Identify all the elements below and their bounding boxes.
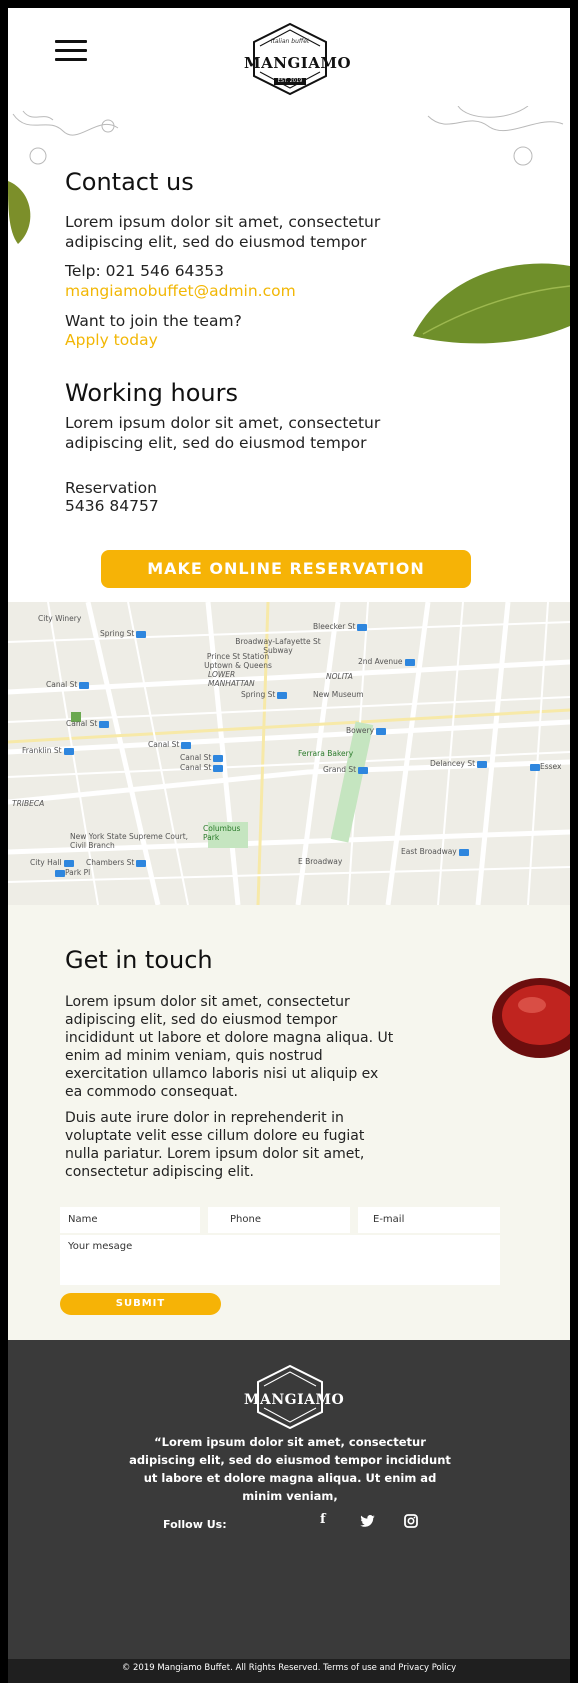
follow-us-label: Follow Us: bbox=[163, 1518, 227, 1531]
map-label-city-winery: City Winery bbox=[38, 614, 82, 623]
map-label-spring-st-2: Spring St bbox=[241, 690, 288, 699]
footer-quote: “Lorem ipsum dolor sit amet, consectetur… bbox=[108, 1433, 472, 1505]
touch-para1-line4: enim ad minim veniam, quis nostrud bbox=[65, 1048, 323, 1064]
logo-est: EST. 2019 bbox=[277, 78, 303, 84]
touch-para1-line3: incididunt ut labore et dolore magna ali… bbox=[65, 1030, 394, 1046]
touch-para2-line1: Duis aute irure dolor in reprehenderit i… bbox=[65, 1110, 344, 1126]
reservation-number: 5436 84757 bbox=[65, 497, 159, 515]
submit-button[interactable]: SUBMIT bbox=[60, 1293, 221, 1315]
footer-quote-line1: “Lorem ipsum dolor sit amet, consectetur bbox=[154, 1435, 426, 1449]
map-label-ny-court: New York State Supreme Court, Civil Bran… bbox=[70, 832, 189, 850]
hamburger-menu-icon[interactable] bbox=[55, 40, 87, 62]
working-hours-title: Working hours bbox=[65, 379, 238, 407]
sauce-bowl-decoration-icon bbox=[492, 978, 570, 1058]
touch-para1-line1: Lorem ipsum dolor sit amet, consectetur bbox=[65, 994, 350, 1010]
map-label-essex: Essex bbox=[528, 762, 561, 771]
map-label-grand-st: Grand St bbox=[323, 765, 369, 774]
map-label-canal-st-4: Canal St bbox=[180, 753, 224, 762]
top-header: MANGIAMO EST. 2019 Italian buffet bbox=[8, 8, 570, 107]
footer-quote-line2: adipiscing elit, sed do eiusmod tempor i… bbox=[129, 1453, 451, 1467]
map-label-new-museum: New Museum bbox=[313, 690, 364, 699]
contact-phone: Telp: 021 546 64353 bbox=[65, 262, 224, 280]
contact-title: Contact us bbox=[65, 168, 194, 196]
footer-logo[interactable]: MANGIAMO bbox=[244, 1362, 345, 1432]
map-label-park-pl: Park Pl bbox=[53, 868, 90, 877]
footer: MANGIAMO “Lorem ipsum dolor sit amet, co… bbox=[8, 1340, 570, 1660]
get-in-touch-title: Get in touch bbox=[65, 946, 213, 974]
map-label-ferrara: Ferrara Bakery bbox=[298, 749, 354, 758]
map-label-canal-st-1: Canal St bbox=[46, 680, 90, 689]
instagram-icon[interactable] bbox=[404, 1514, 418, 1528]
email-input[interactable]: E-mail bbox=[358, 1207, 500, 1233]
map-label-tribeca: TRIBECA bbox=[12, 799, 45, 808]
map-label-spring-st: Spring St bbox=[100, 629, 147, 638]
copyright-bar: © 2019 Mangiamo Buffet. All Rights Reser… bbox=[8, 1659, 570, 1683]
map-label-city-hall: City Hall bbox=[30, 858, 74, 867]
map-label-e-broadway: E Broadway bbox=[298, 857, 343, 866]
footer-quote-line3: ut labore et dolore magna aliqua. Ut eni… bbox=[143, 1471, 437, 1485]
map-label-columbus-park: Columbus Park bbox=[203, 824, 241, 842]
leaf-decoration-icon-2 bbox=[413, 263, 570, 344]
page-frame: MANGIAMO EST. 2019 Italian buffet Contac… bbox=[0, 0, 578, 1683]
touch-para1-line6: ea commodo consequat. bbox=[65, 1084, 238, 1100]
map-label-nolita: NOLITA bbox=[326, 672, 353, 681]
phone-input[interactable]: Phone bbox=[208, 1207, 350, 1233]
touch-para1-line5: exercitation ullamco laboris nisi ut ali… bbox=[65, 1066, 379, 1082]
footer-logo-text: MANGIAMO bbox=[244, 1392, 345, 1408]
apply-today-link[interactable]: Apply today bbox=[65, 330, 158, 350]
map-label-canal-st-3: Canal St bbox=[148, 740, 192, 749]
working-hours-line2: adipiscing elit, sed do eiusmod tempor bbox=[65, 434, 367, 452]
map-label-chambers: Chambers St bbox=[86, 858, 147, 867]
touch-para1-line2: adipiscing elit, sed do eiusmod tempor bbox=[65, 1012, 338, 1028]
map-label-east-broadway: East Broadway bbox=[401, 847, 469, 856]
touch-para2-line2: voluptate velit esse cillum dolore eu fu… bbox=[65, 1128, 365, 1144]
leaf-decoration-icon bbox=[8, 181, 31, 244]
facebook-icon[interactable]: f bbox=[320, 1512, 326, 1527]
get-in-touch-section: Get in touch Lorem ipsum dolor sit amet,… bbox=[8, 905, 570, 1340]
map-label-canal-st-5: Canal St bbox=[180, 763, 224, 772]
make-online-reservation-button[interactable]: MAKE ONLINE RESERVATION bbox=[101, 550, 471, 588]
map-label-bowery: Bowery bbox=[346, 726, 387, 735]
map-label-delancey: Delancey St bbox=[430, 759, 488, 768]
message-textarea[interactable]: Your mesage bbox=[60, 1235, 500, 1285]
map-label-canal-st-2: Canal St bbox=[66, 719, 110, 728]
floral-sketch-decoration-icon bbox=[12, 106, 564, 166]
touch-para2-line4: consectetur adipiscing elit. bbox=[65, 1164, 254, 1180]
map-label-lower-manhattan: LOWER MANHATTAN bbox=[208, 670, 255, 688]
reservation-label: Reservation bbox=[65, 479, 157, 497]
map-label-bleecker: Bleecker St bbox=[313, 622, 368, 631]
logo-text: MANGIAMO bbox=[244, 54, 352, 72]
contact-email-link[interactable]: mangiamobuffet@admin.com bbox=[65, 281, 296, 301]
contact-intro-line2: adipiscing elit, sed do eiusmod tempor bbox=[65, 233, 367, 251]
contact-intro-line1: Lorem ipsum dolor sit amet, consectetur bbox=[65, 213, 381, 231]
location-map[interactable]: City Winery Spring St Bleecker St Broadw… bbox=[8, 602, 570, 905]
logo-subtext: Italian buffet bbox=[270, 38, 310, 45]
map-label-prince-st: Prince St Station Uptown & Queens bbox=[204, 652, 272, 670]
footer-quote-line4: minim veniam, bbox=[242, 1489, 338, 1503]
touch-para2-line3: nulla pariatur. Lorem ipsum dolor sit am… bbox=[65, 1146, 365, 1162]
name-input[interactable]: Name bbox=[60, 1207, 200, 1233]
join-question: Want to join the team? bbox=[65, 312, 242, 330]
working-hours-line1: Lorem ipsum dolor sit amet, consectetur bbox=[65, 414, 381, 432]
twitter-icon[interactable] bbox=[360, 1515, 375, 1527]
logo[interactable]: MANGIAMO EST. 2019 Italian buffet bbox=[244, 20, 352, 98]
map-label-franklin: Franklin St bbox=[22, 746, 74, 755]
map-label-2nd-avenue: 2nd Avenue bbox=[358, 657, 415, 666]
